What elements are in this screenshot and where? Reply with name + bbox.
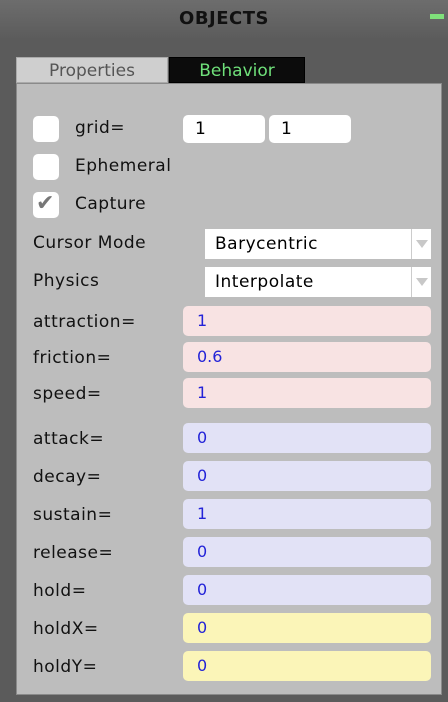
holdy-field[interactable]: 0 — [183, 651, 431, 681]
friction-label: friction= — [33, 348, 112, 368]
physics-select[interactable]: Interpolate — [205, 267, 431, 297]
capture-checkbox[interactable]: ✔ — [33, 191, 59, 218]
physics-value: Interpolate — [215, 272, 314, 292]
grid-x-input[interactable]: 1 — [183, 115, 265, 143]
attraction-label: attraction= — [33, 312, 136, 332]
hold-label: hold= — [33, 581, 87, 601]
decay-label: decay= — [33, 467, 102, 487]
ephemeral-label: Ephemeral — [75, 156, 172, 176]
sustain-label: sustain= — [33, 505, 113, 525]
objects-panel: OBJECTS Properties Behavior grid= 1 1 Ep… — [0, 0, 448, 702]
chevron-down-icon[interactable] — [411, 229, 431, 259]
release-field[interactable]: 0 — [183, 537, 431, 567]
checkmark-icon: ✔ — [36, 191, 55, 216]
grid-label: grid= — [75, 118, 126, 138]
attack-field[interactable]: 0 — [183, 423, 431, 453]
holdy-label: holdY= — [33, 657, 98, 677]
capture-label: Capture — [75, 194, 147, 214]
sustain-field[interactable]: 1 — [183, 499, 431, 529]
grid-checkbox[interactable] — [33, 116, 59, 142]
speed-field[interactable]: 1 — [183, 378, 431, 408]
chevron-down-icon[interactable] — [411, 267, 431, 297]
decay-field[interactable]: 0 — [183, 461, 431, 491]
holdx-label: holdX= — [33, 619, 99, 639]
holdx-field[interactable]: 0 — [183, 613, 431, 643]
attack-label: attack= — [33, 429, 105, 449]
grid-y-input[interactable]: 1 — [269, 115, 351, 143]
tab-behavior[interactable]: Behavior — [169, 57, 305, 83]
cursor-mode-label: Cursor Mode — [33, 233, 147, 253]
attraction-field[interactable]: 1 — [183, 306, 431, 336]
ephemeral-checkbox[interactable] — [33, 154, 59, 180]
cursor-mode-select[interactable]: Barycentric — [205, 229, 431, 259]
friction-field[interactable]: 0.6 — [183, 342, 431, 372]
behavior-pane: grid= 1 1 Ephemeral ✔ Capture Cursor Mod… — [16, 83, 442, 695]
physics-label: Physics — [33, 271, 100, 291]
release-label: release= — [33, 543, 114, 563]
hold-field[interactable]: 0 — [183, 575, 431, 605]
tab-properties[interactable]: Properties — [16, 57, 168, 83]
speed-label: speed= — [33, 384, 102, 404]
cursor-mode-value: Barycentric — [215, 234, 318, 254]
panel-title: OBJECTS — [179, 8, 269, 29]
minimize-icon[interactable] — [430, 14, 444, 19]
panel-titlebar[interactable]: OBJECTS — [0, 0, 448, 38]
